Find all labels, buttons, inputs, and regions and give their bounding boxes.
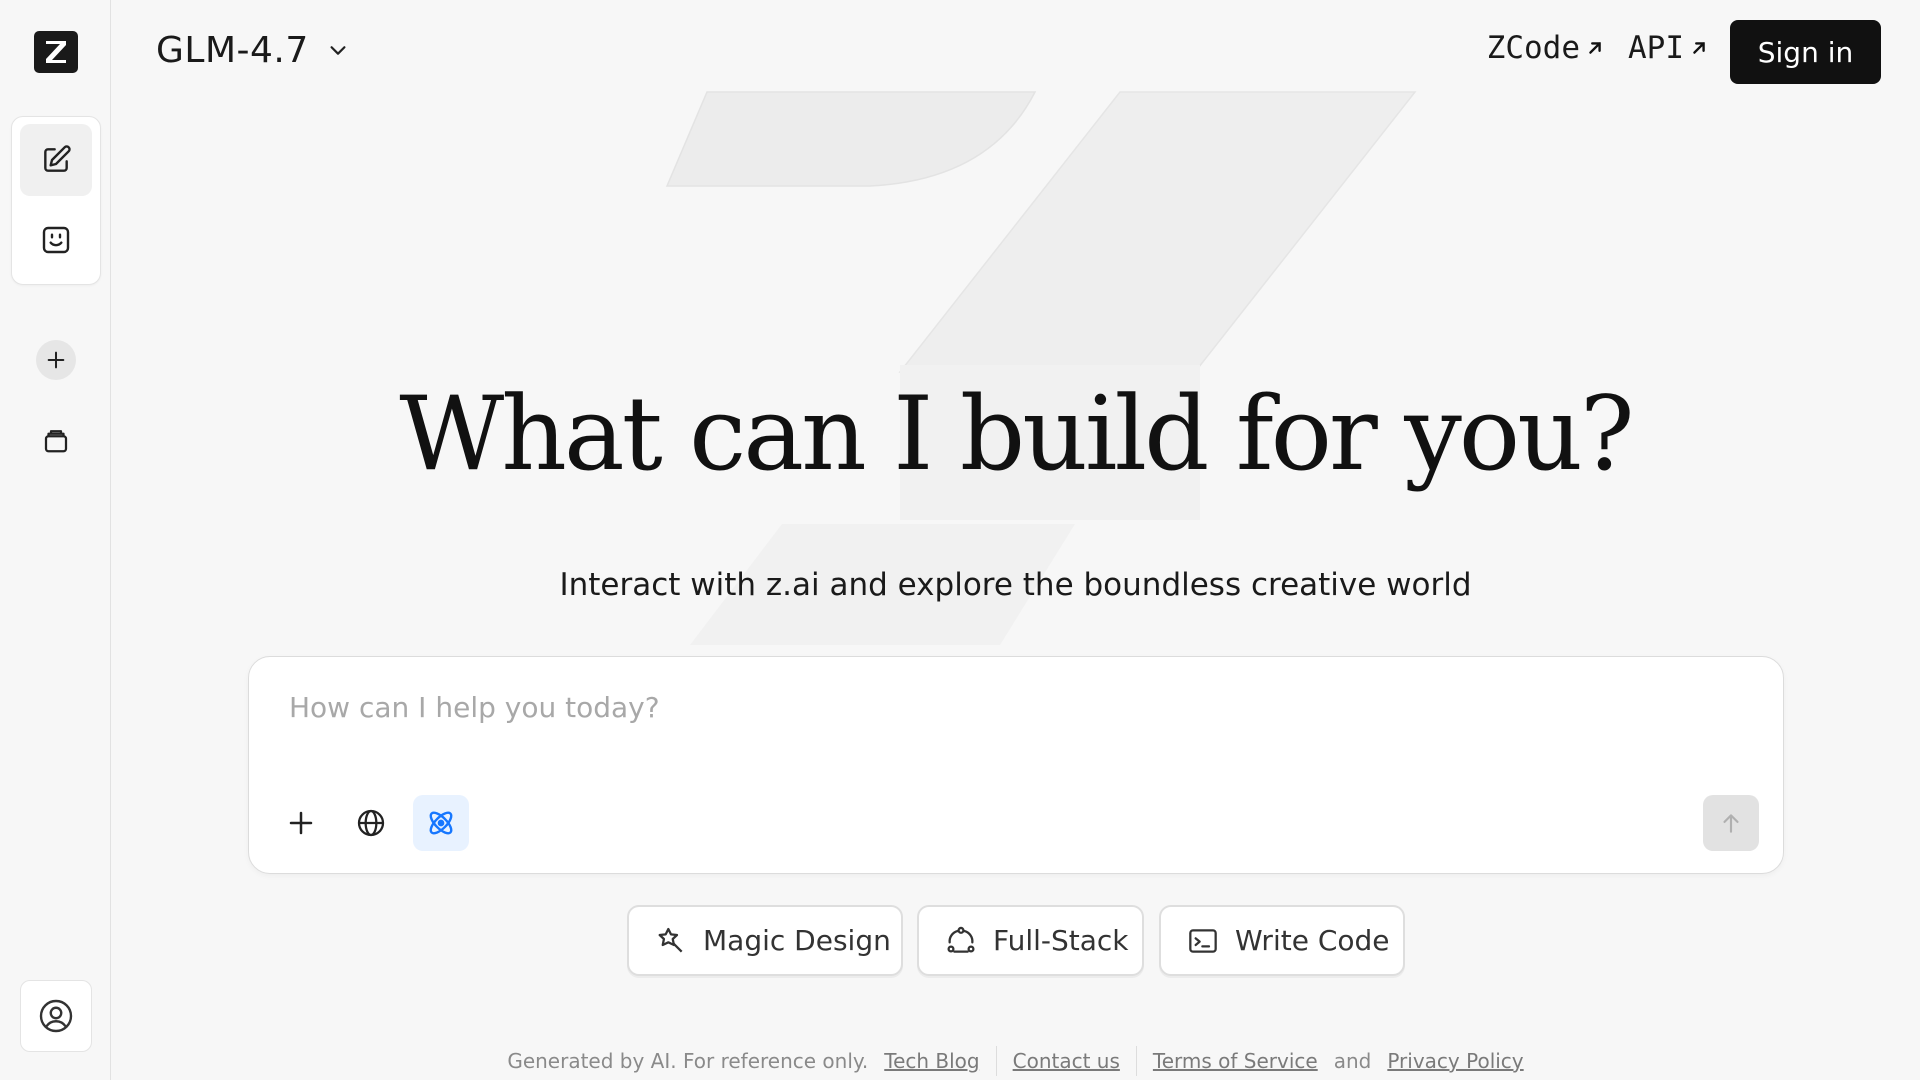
api-link[interactable]: API	[1628, 30, 1710, 66]
model-name: GLM-4.7	[156, 29, 309, 71]
full-stack-icon	[947, 926, 975, 953]
prompt-input[interactable]	[289, 683, 1589, 731]
web-search-globe-icon[interactable]	[343, 795, 399, 851]
new-chat-icon[interactable]	[20, 124, 92, 196]
prompt-box	[248, 656, 1784, 874]
hero-subtitle: Interact with z.ai and explore the bound…	[559, 567, 1472, 603]
chevron-down-icon	[330, 46, 346, 55]
attach-plus-icon[interactable]	[273, 795, 329, 851]
chip-label: Magic Design	[703, 924, 891, 957]
deep-think-atom-icon[interactable]	[413, 795, 469, 851]
footer-disclaimer: Generated by AI. For reference only.	[507, 1049, 869, 1073]
sign-in-button[interactable]: Sign in	[1730, 20, 1881, 84]
external-arrow-icon	[1693, 42, 1705, 54]
footer: Generated by AI. For reference only. Tec…	[111, 1046, 1920, 1076]
privacy-link[interactable]: Privacy Policy	[1387, 1049, 1523, 1073]
chip-label: Full-Stack	[993, 924, 1129, 957]
sidebar-tool-card	[11, 116, 101, 285]
sidebar	[0, 0, 111, 1080]
footer-and: and	[1333, 1049, 1372, 1073]
z-logo-icon[interactable]	[34, 31, 78, 73]
chip-write-code[interactable]: Write Code	[1159, 905, 1405, 976]
external-arrow-icon	[1589, 42, 1601, 54]
api-link-label: API	[1628, 30, 1684, 66]
chip-magic-design[interactable]: Magic Design	[627, 905, 903, 976]
chip-full-stack[interactable]: Full-Stack	[917, 905, 1144, 976]
zcode-link[interactable]: ZCode	[1487, 30, 1606, 66]
hero-title: What can I build for you?	[399, 375, 1634, 494]
plus-icon[interactable]	[36, 340, 76, 380]
tech-blog-link[interactable]: Tech Blog	[884, 1049, 979, 1073]
arrow-up-icon	[1723, 814, 1739, 833]
contact-link[interactable]: Contact us	[1013, 1049, 1120, 1073]
library-icon[interactable]	[36, 420, 76, 460]
chip-label: Write Code	[1235, 924, 1390, 957]
footer-divider	[995, 1046, 997, 1076]
zcode-link-label: ZCode	[1486, 30, 1580, 66]
terminal-icon	[1189, 928, 1217, 953]
magic-design-icon	[658, 927, 683, 952]
top-links: ZCode API	[1487, 30, 1710, 66]
model-selector[interactable]: GLM-4.7	[156, 26, 349, 74]
terms-link[interactable]: Terms of Service	[1153, 1049, 1318, 1073]
agent-face-icon[interactable]	[20, 204, 92, 276]
send-button[interactable]	[1703, 795, 1759, 851]
footer-divider	[1135, 1046, 1137, 1076]
user-icon[interactable]	[20, 980, 92, 1052]
